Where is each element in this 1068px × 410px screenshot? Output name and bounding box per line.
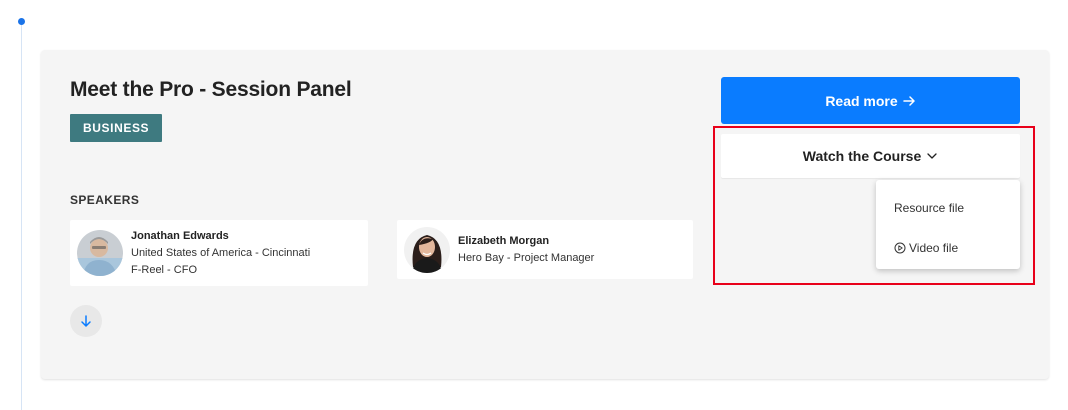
- arrow-right-icon: [902, 95, 915, 106]
- watch-course-button[interactable]: Watch the Course: [721, 134, 1020, 178]
- session-title: Meet the Pro - Session Panel: [70, 78, 352, 101]
- dropdown-item-resource-file[interactable]: Resource file: [876, 188, 1020, 228]
- speaker-role: Hero Bay - Project Manager: [458, 251, 595, 264]
- speaker-name: Elizabeth Morgan: [458, 234, 550, 247]
- speaker-card-jonathan-edwards[interactable]: Jonathan Edwards United States of Americ…: [70, 220, 368, 286]
- chevron-down-icon: [927, 153, 937, 159]
- watch-course-label: Watch the Course: [802, 148, 922, 164]
- session-card: Meet the Pro - Session Panel BUSINESS SP…: [41, 50, 1049, 379]
- read-more-label: Read more: [825, 92, 898, 109]
- dropdown-item-video-file[interactable]: Video file: [876, 228, 1020, 268]
- dropdown-item-label: Resource file: [894, 201, 965, 215]
- dropdown-item-label: Video file: [909, 241, 959, 255]
- speakers-heading: SPEAKERS: [70, 193, 140, 207]
- speaker-name: Jonathan Edwards: [131, 229, 229, 242]
- scroll-down-button[interactable]: [70, 305, 102, 337]
- category-badge: BUSINESS: [70, 114, 163, 142]
- timeline-dot: [18, 18, 25, 25]
- speaker-role: F-Reel - CFO: [131, 263, 197, 276]
- avatar: [77, 230, 123, 276]
- speaker-info: Elizabeth Morgan Hero Bay - Project Mana…: [458, 233, 594, 267]
- arrow-down-icon: [81, 315, 91, 327]
- speaker-info: Jonathan Edwards United States of Americ…: [131, 228, 310, 279]
- avatar: [404, 226, 450, 273]
- speaker-location: United States of America - Cincinnati: [131, 246, 311, 259]
- read-more-button[interactable]: Read more: [721, 77, 1020, 124]
- timeline-line: [21, 22, 22, 410]
- speaker-card-elizabeth-morgan[interactable]: Elizabeth Morgan Hero Bay - Project Mana…: [397, 220, 693, 279]
- play-circle-icon: [894, 242, 906, 254]
- watch-course-dropdown: Resource file Video file: [876, 180, 1020, 269]
